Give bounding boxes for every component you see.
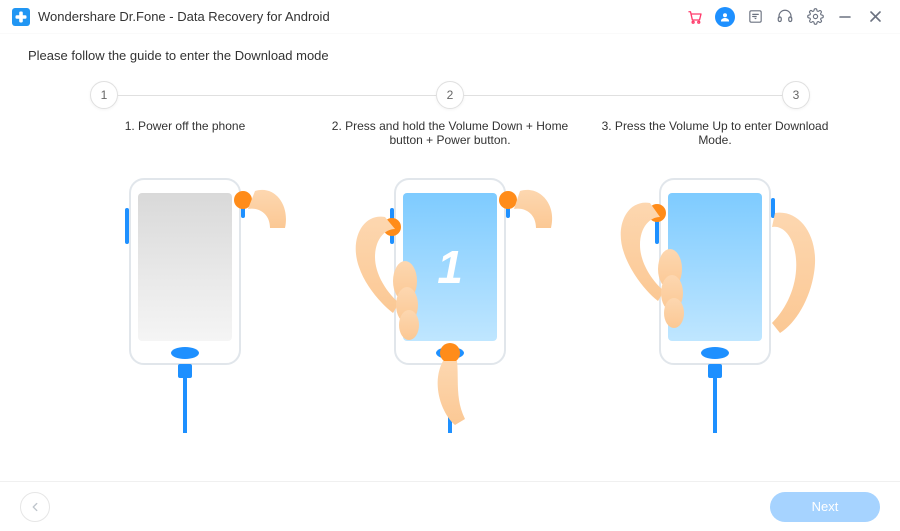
step-indicator-1: 1 [90, 81, 118, 109]
settings-icon[interactable] [802, 4, 828, 30]
footer: Next [0, 481, 900, 531]
step-line [118, 95, 436, 96]
app-logo-icon [12, 8, 30, 26]
svg-text:1: 1 [437, 241, 463, 293]
account-icon[interactable] [712, 4, 738, 30]
step-2-illustration: 1 [335, 173, 565, 438]
feedback-icon[interactable] [742, 4, 768, 30]
step-indicator-3: 3 [782, 81, 810, 109]
step-2-text: 2. Press and hold the Volume Down + Home… [325, 119, 575, 167]
window-title: Wondershare Dr.Fone - Data Recovery for … [38, 9, 330, 24]
step-1-illustration [80, 173, 290, 438]
step-1: 1. Power off the phone [60, 115, 310, 438]
step-indicator: 1 2 3 [90, 81, 810, 109]
close-button[interactable] [862, 4, 888, 30]
cart-icon[interactable] [682, 4, 708, 30]
next-button[interactable]: Next [770, 492, 880, 522]
step-3-text: 3. Press the Volume Up to enter Download… [590, 119, 840, 167]
support-icon[interactable] [772, 4, 798, 30]
steps-row: 1. Power off the phone [60, 115, 840, 438]
step-2: 2. Press and hold the Volume Down + Home… [325, 115, 575, 438]
step-3: 3. Press the Volume Up to enter Download… [590, 115, 840, 438]
guide-prompt: Please follow the guide to enter the Dow… [28, 48, 878, 63]
back-button[interactable] [20, 492, 50, 522]
step-1-text: 1. Power off the phone [119, 119, 252, 167]
step-indicator-2: 2 [436, 81, 464, 109]
minimize-button[interactable] [832, 4, 858, 30]
step-line [464, 95, 782, 96]
step-3-illustration [600, 173, 830, 438]
titlebar: Wondershare Dr.Fone - Data Recovery for … [0, 0, 900, 34]
content-area: Please follow the guide to enter the Dow… [0, 34, 900, 481]
